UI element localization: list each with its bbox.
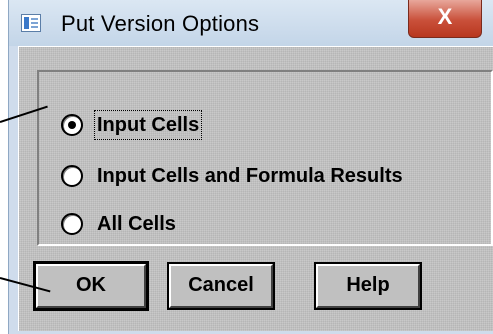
radio-input-cells[interactable] (61, 114, 83, 136)
close-button[interactable]: X (408, 0, 482, 38)
dialog-title: Put Version Options (61, 11, 260, 36)
ok-button[interactable]: OK (33, 261, 149, 311)
app-icon (21, 14, 41, 32)
title-bar: Put Version Options X (8, 0, 493, 46)
radio-label-input-cells[interactable]: Input Cells (93, 110, 203, 140)
help-button[interactable]: Help (314, 262, 422, 310)
radio-label-input-cells-formula-results[interactable]: Input Cells and Formula Results (97, 162, 403, 190)
cancel-button[interactable]: Cancel (167, 262, 275, 310)
radio-all-cells[interactable] (61, 213, 83, 235)
radio-input-cells-formula-results[interactable] (61, 165, 83, 187)
radio-label-all-cells[interactable]: All Cells (97, 210, 176, 238)
options-group: Input Cells Input Cells and Formula Resu… (37, 70, 493, 246)
dialog-body: Input Cells Input Cells and Formula Resu… (18, 46, 493, 331)
